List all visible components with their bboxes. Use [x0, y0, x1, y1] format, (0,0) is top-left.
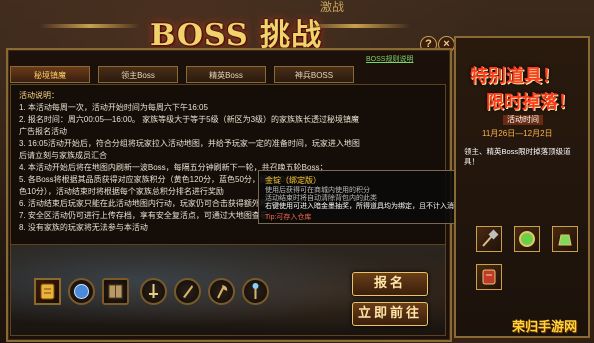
rules-line: 色10分），活动结束时将根据每个家族总积分排名进行奖励	[19, 187, 224, 196]
axe-emblem-icon[interactable]	[208, 278, 235, 305]
rules-line: 后请立刻与家族成员汇合	[19, 151, 107, 160]
title-right-wing	[300, 24, 410, 28]
watermark-text: 荣归手游网	[512, 320, 578, 335]
rules-line: 广告报名活动	[19, 127, 67, 136]
tab-lord-boss[interactable]: 领主Boss	[98, 66, 178, 83]
tab-elite-boss[interactable]: 精英Boss	[186, 66, 266, 83]
tab-divine-boss[interactable]: 神兵BOSS	[274, 66, 354, 83]
rules-line: 2. 报名时间：周六00:05—16:00。 家族等级大于等于5级（新区为3级）…	[19, 115, 360, 124]
promo-heading-limited-drop: 限时掉落！	[486, 92, 576, 113]
spellbook-icon[interactable]	[102, 278, 129, 305]
go-now-button[interactable]: 立即前往	[352, 302, 428, 326]
green-gem-icon[interactable]	[514, 226, 540, 252]
gold-scroll-icon[interactable]	[34, 278, 61, 305]
reward-item-row	[16, 264, 269, 328]
rules-line: 1. 本活动每周一次，活动开始时间为每周六下午16:05	[19, 103, 208, 112]
rules-heading: 活动说明：	[19, 91, 59, 100]
rules-line: 6. 活动结束后玩家只能在此活动地图内行动，玩家仍可合击获得额外积分	[19, 199, 276, 208]
promo-heading-special-item: 特别道具！	[470, 66, 560, 87]
staff-emblem-icon[interactable]	[242, 278, 269, 305]
promo-time-label: 活动时间	[503, 115, 543, 125]
signup-button[interactable]: 报名	[352, 272, 428, 296]
promo-date-range: 11月26日—12月2日	[482, 129, 553, 138]
tooltip-body: 右键使用可进入暗金墨抽奖，所得道具均为绑定，且不计入消耗榜	[265, 203, 468, 210]
title-left-wing	[40, 24, 140, 28]
hammer-icon[interactable]	[476, 226, 502, 252]
jade-potion-icon[interactable]	[552, 226, 578, 252]
tab-secret-realm[interactable]: 秘境镇魔	[10, 66, 90, 83]
crystal-orb-icon[interactable]	[68, 278, 95, 305]
rules-line: 8. 没有家族的玩家将无法参与本活动	[19, 223, 148, 232]
tooltip-footer: Tip:可存入仓库	[265, 214, 312, 221]
red-scroll-icon[interactable]	[476, 264, 502, 290]
promo-description: 领主、精英Boss限时掉落顶级道具！	[464, 147, 571, 166]
banner-text: 激战	[320, 0, 345, 14]
blade-emblem-icon[interactable]	[174, 278, 201, 305]
sword-emblem-icon[interactable]	[140, 278, 167, 305]
rules-line: 3. 16:05活动开始后，符合分组将玩家拉入活动地图，并给予玩家一定的准备时间…	[19, 139, 360, 148]
rules-line: 7. 安全区活动仍可进行上传存档，享有安全复活点，可通过大地图查看	[19, 211, 268, 220]
rules-link[interactable]: BOSS规则说明	[366, 54, 413, 64]
item-tooltip: 金锭（绑定版） 使用后获得可在商城内使用的积分 活动结束时将自动清除背包内的此类…	[258, 170, 472, 224]
